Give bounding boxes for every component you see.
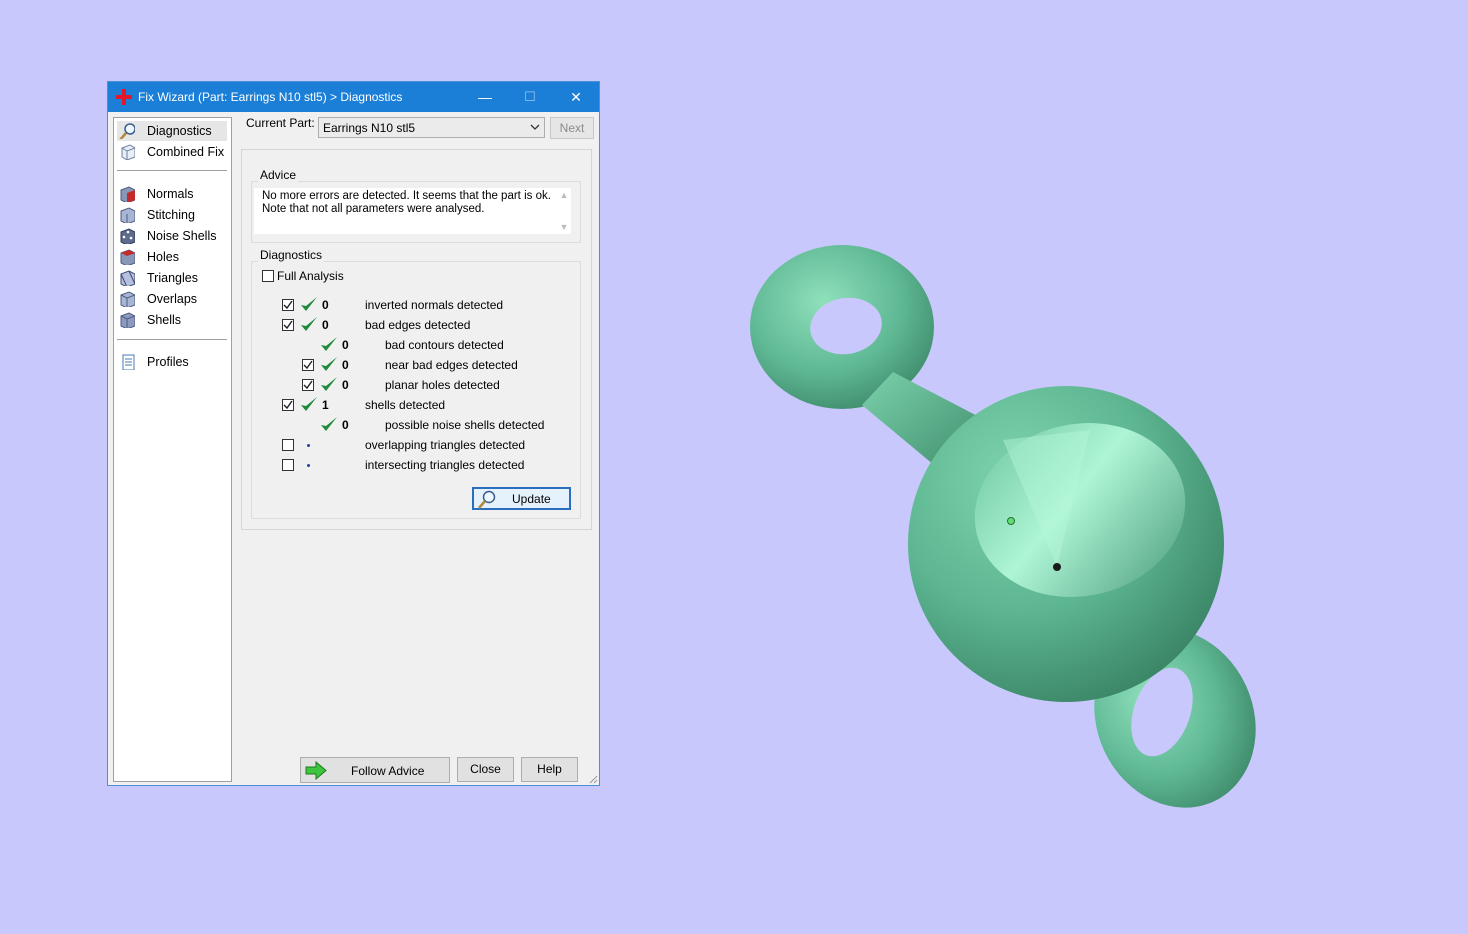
- window-title: Fix Wizard (Part: Earrings N10 stl5) > D…: [138, 90, 403, 104]
- sidebar-item-overlaps[interactable]: Overlaps: [117, 289, 227, 309]
- bad-edges-text: bad edges detected: [365, 318, 471, 332]
- not-analysed-dot: [307, 444, 310, 447]
- fix-wizard-window: Fix Wizard (Part: Earrings N10 stl5) > D…: [107, 81, 600, 786]
- normals-cube-icon: [120, 186, 135, 202]
- sidebar-item-combined-fix[interactable]: Combined Fix: [117, 142, 227, 162]
- magnifier-icon: [478, 490, 496, 509]
- chevron-down-icon: [530, 124, 540, 130]
- resize-grip-icon[interactable]: [588, 774, 598, 784]
- next-button[interactable]: Next: [550, 117, 594, 139]
- near-bad-edges-count: 0: [342, 358, 349, 372]
- planar-holes-text: planar holes detected: [385, 378, 500, 392]
- near-bad-edges-text: near bad edges detected: [385, 358, 518, 372]
- scroll-up-icon[interactable]: ▲: [557, 190, 571, 200]
- sidebar-item-profiles[interactable]: Profiles: [117, 352, 227, 372]
- overlapping-triangles-checkbox[interactable]: [282, 439, 294, 451]
- advice-text: No more errors are detected. It seems th…: [262, 190, 551, 215]
- ok-check-icon: [321, 357, 337, 371]
- ok-check-icon: [301, 297, 317, 311]
- close-window-button[interactable]: ✕: [554, 82, 598, 112]
- sidebar-item-holes[interactable]: Holes: [117, 247, 227, 267]
- apex-marker: [1053, 563, 1061, 571]
- intersecting-triangles-checkbox[interactable]: [282, 459, 294, 471]
- shells-checkbox[interactable]: [282, 399, 294, 411]
- sidebar-item-normals[interactable]: Normals: [117, 184, 227, 204]
- advice-title: Advice: [258, 168, 299, 182]
- sidebar-item-noise-shells[interactable]: Noise Shells: [117, 226, 227, 246]
- full-analysis-label: Full Analysis: [277, 269, 344, 283]
- current-part-label: Current Part:: [246, 116, 315, 130]
- near-bad-edges-checkbox[interactable]: [302, 359, 314, 371]
- cube-icon: [121, 144, 135, 160]
- shells-text: shells detected: [365, 398, 446, 412]
- advice-scrollbar[interactable]: ▲ ▼: [557, 188, 571, 234]
- triangles-cube-icon: [120, 270, 135, 286]
- diagnostics-title: Diagnostics: [258, 248, 325, 262]
- shells-cube-icon: [120, 312, 135, 328]
- scroll-down-icon[interactable]: ▼: [557, 222, 571, 232]
- app-icon: [116, 89, 132, 105]
- current-part-select[interactable]: Earrings N10 stl5: [318, 117, 545, 138]
- sidebar-item-triangles[interactable]: Triangles: [117, 268, 227, 288]
- update-label: Update: [512, 492, 551, 506]
- bad-edges-checkbox[interactable]: [282, 319, 294, 331]
- sidebar-item-shells[interactable]: Shells: [117, 310, 227, 330]
- pivot-marker: [1007, 517, 1015, 525]
- planar-holes-checkbox[interactable]: [302, 379, 314, 391]
- document-icon: [122, 354, 135, 370]
- current-part-value: Earrings N10 stl5: [323, 121, 416, 135]
- planar-holes-count: 0: [342, 378, 349, 392]
- dice-icon: [120, 228, 135, 244]
- bad-contours-text: bad contours detected: [385, 338, 504, 352]
- ok-check-icon: [321, 377, 337, 391]
- overlaps-cube-icon: [120, 291, 135, 307]
- sidebar-item-stitching[interactable]: Stitching: [117, 205, 227, 225]
- advice-box: No more errors are detected. It seems th…: [254, 188, 571, 234]
- help-button[interactable]: Help: [521, 757, 578, 782]
- inverted-normals-count: 0: [322, 298, 329, 312]
- inverted-normals-text: inverted normals detected: [365, 298, 504, 312]
- sidebar-divider: [117, 170, 227, 171]
- arrow-right-icon: [305, 761, 327, 780]
- intersecting-triangles-text: intersecting triangles detected: [365, 458, 525, 472]
- shells-count: 1: [322, 398, 329, 412]
- minimize-button[interactable]: —: [463, 82, 507, 112]
- magnifier-icon: [119, 123, 135, 139]
- update-button[interactable]: Update: [472, 487, 571, 510]
- follow-advice-label: Follow Advice: [351, 764, 425, 778]
- bad-contours-count: 0: [342, 338, 349, 352]
- bad-edges-count: 0: [322, 318, 329, 332]
- overlapping-triangles-text: overlapping triangles detected: [365, 438, 526, 452]
- full-analysis-checkbox[interactable]: [262, 270, 274, 282]
- maximize-button[interactable]: ☐: [508, 82, 552, 112]
- sidebar-divider: [117, 339, 227, 340]
- ok-check-icon: [301, 397, 317, 411]
- close-button[interactable]: Close: [457, 757, 514, 782]
- ok-check-icon: [321, 337, 337, 351]
- sidebar: Diagnostics Combined Fix Normals Stitchi…: [113, 117, 232, 782]
- sidebar-item-diagnostics[interactable]: Diagnostics: [117, 121, 227, 141]
- not-analysed-dot: [307, 464, 310, 467]
- holes-cube-icon: [120, 249, 135, 265]
- ok-check-icon: [321, 417, 337, 431]
- stitching-cube-icon: [120, 207, 135, 223]
- follow-advice-button[interactable]: Follow Advice: [300, 757, 450, 783]
- noise-shells-count: 0: [342, 418, 349, 432]
- inverted-normals-checkbox[interactable]: [282, 299, 294, 311]
- ok-check-icon: [301, 317, 317, 331]
- noise-shells-text: possible noise shells detected: [385, 418, 545, 432]
- title-bar[interactable]: Fix Wizard (Part: Earrings N10 stl5) > D…: [108, 82, 599, 112]
